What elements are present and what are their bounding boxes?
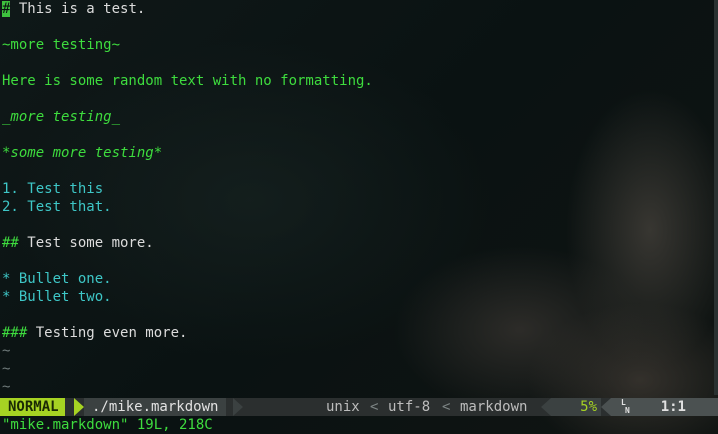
buffer-line-empty xyxy=(0,216,714,234)
buffer-line-plain-text: Here is some random text with no formatt… xyxy=(2,73,373,89)
buffer-line-bullet-item: * Bullet one. xyxy=(2,271,112,287)
heading-marker: ### xyxy=(2,325,28,341)
buffer-line-empty xyxy=(0,18,714,36)
buffer-line-empty xyxy=(0,252,714,270)
list-marker: 2. xyxy=(2,199,19,215)
buffer-line-asterisk-italic: *some more testing* xyxy=(2,145,163,161)
buffer-line-bullet-item: * Bullet two. xyxy=(2,289,112,305)
file-format: unix xyxy=(326,399,360,415)
powerline-arrow-left-icon xyxy=(601,398,611,416)
buffer-line-heading-2: ## Test some more. xyxy=(2,235,154,251)
buffer-line-ordered-item: 2. Test that. xyxy=(2,199,112,215)
empty-line-tilde: ~ xyxy=(2,379,11,395)
powerline-arrow-right-icon xyxy=(74,398,84,416)
cursor-position: 1:1 xyxy=(660,399,686,415)
file-name: ./mike.markdown xyxy=(84,398,227,416)
scroll-percent: 5% xyxy=(551,398,601,416)
list-marker: 1. xyxy=(2,181,19,197)
line-number-icon: LN xyxy=(621,398,630,415)
cursor-position-segment: LN 1:1 xyxy=(611,398,718,416)
heading-marker: ## xyxy=(2,235,19,251)
vim-statusline: NORMAL ./mike.markdown unix < utf-8 < ma… xyxy=(0,398,718,416)
file-type: markdown xyxy=(460,399,528,415)
powerline-arrow-left-icon xyxy=(541,398,551,416)
buffer-line-empty xyxy=(0,306,714,324)
buffer-line-ordered-item: 1. Test this xyxy=(2,181,104,197)
buffer-line-empty xyxy=(0,126,714,144)
command-line-message: "mike.markdown" 19L, 218C xyxy=(2,417,213,433)
empty-line-tilde: ~ xyxy=(2,343,11,359)
separator-left-icon: < xyxy=(442,399,451,415)
buffer-line-heading-1: # This is a test. xyxy=(2,1,146,17)
terminal-scrollbar[interactable] xyxy=(714,0,718,395)
file-encoding: utf-8 xyxy=(388,399,431,415)
buffer-line-underscore-italic: _more testing_ xyxy=(2,109,121,125)
buffer-line-heading-3: ### Testing even more. xyxy=(2,325,188,341)
buffer-line-empty xyxy=(0,54,714,72)
buffer-line-empty xyxy=(0,162,714,180)
empty-line-tilde: ~ xyxy=(2,361,11,377)
separator-left-icon: < xyxy=(370,399,379,415)
powerline-arrow-right-icon xyxy=(233,398,243,416)
mode-indicator: NORMAL xyxy=(0,398,65,416)
buffer-line-strikethrough: ~more testing~ xyxy=(2,37,121,53)
buffer-line-empty xyxy=(0,90,714,108)
editor-buffer[interactable]: # This is a test. ~more testing~ Here is… xyxy=(0,0,714,396)
